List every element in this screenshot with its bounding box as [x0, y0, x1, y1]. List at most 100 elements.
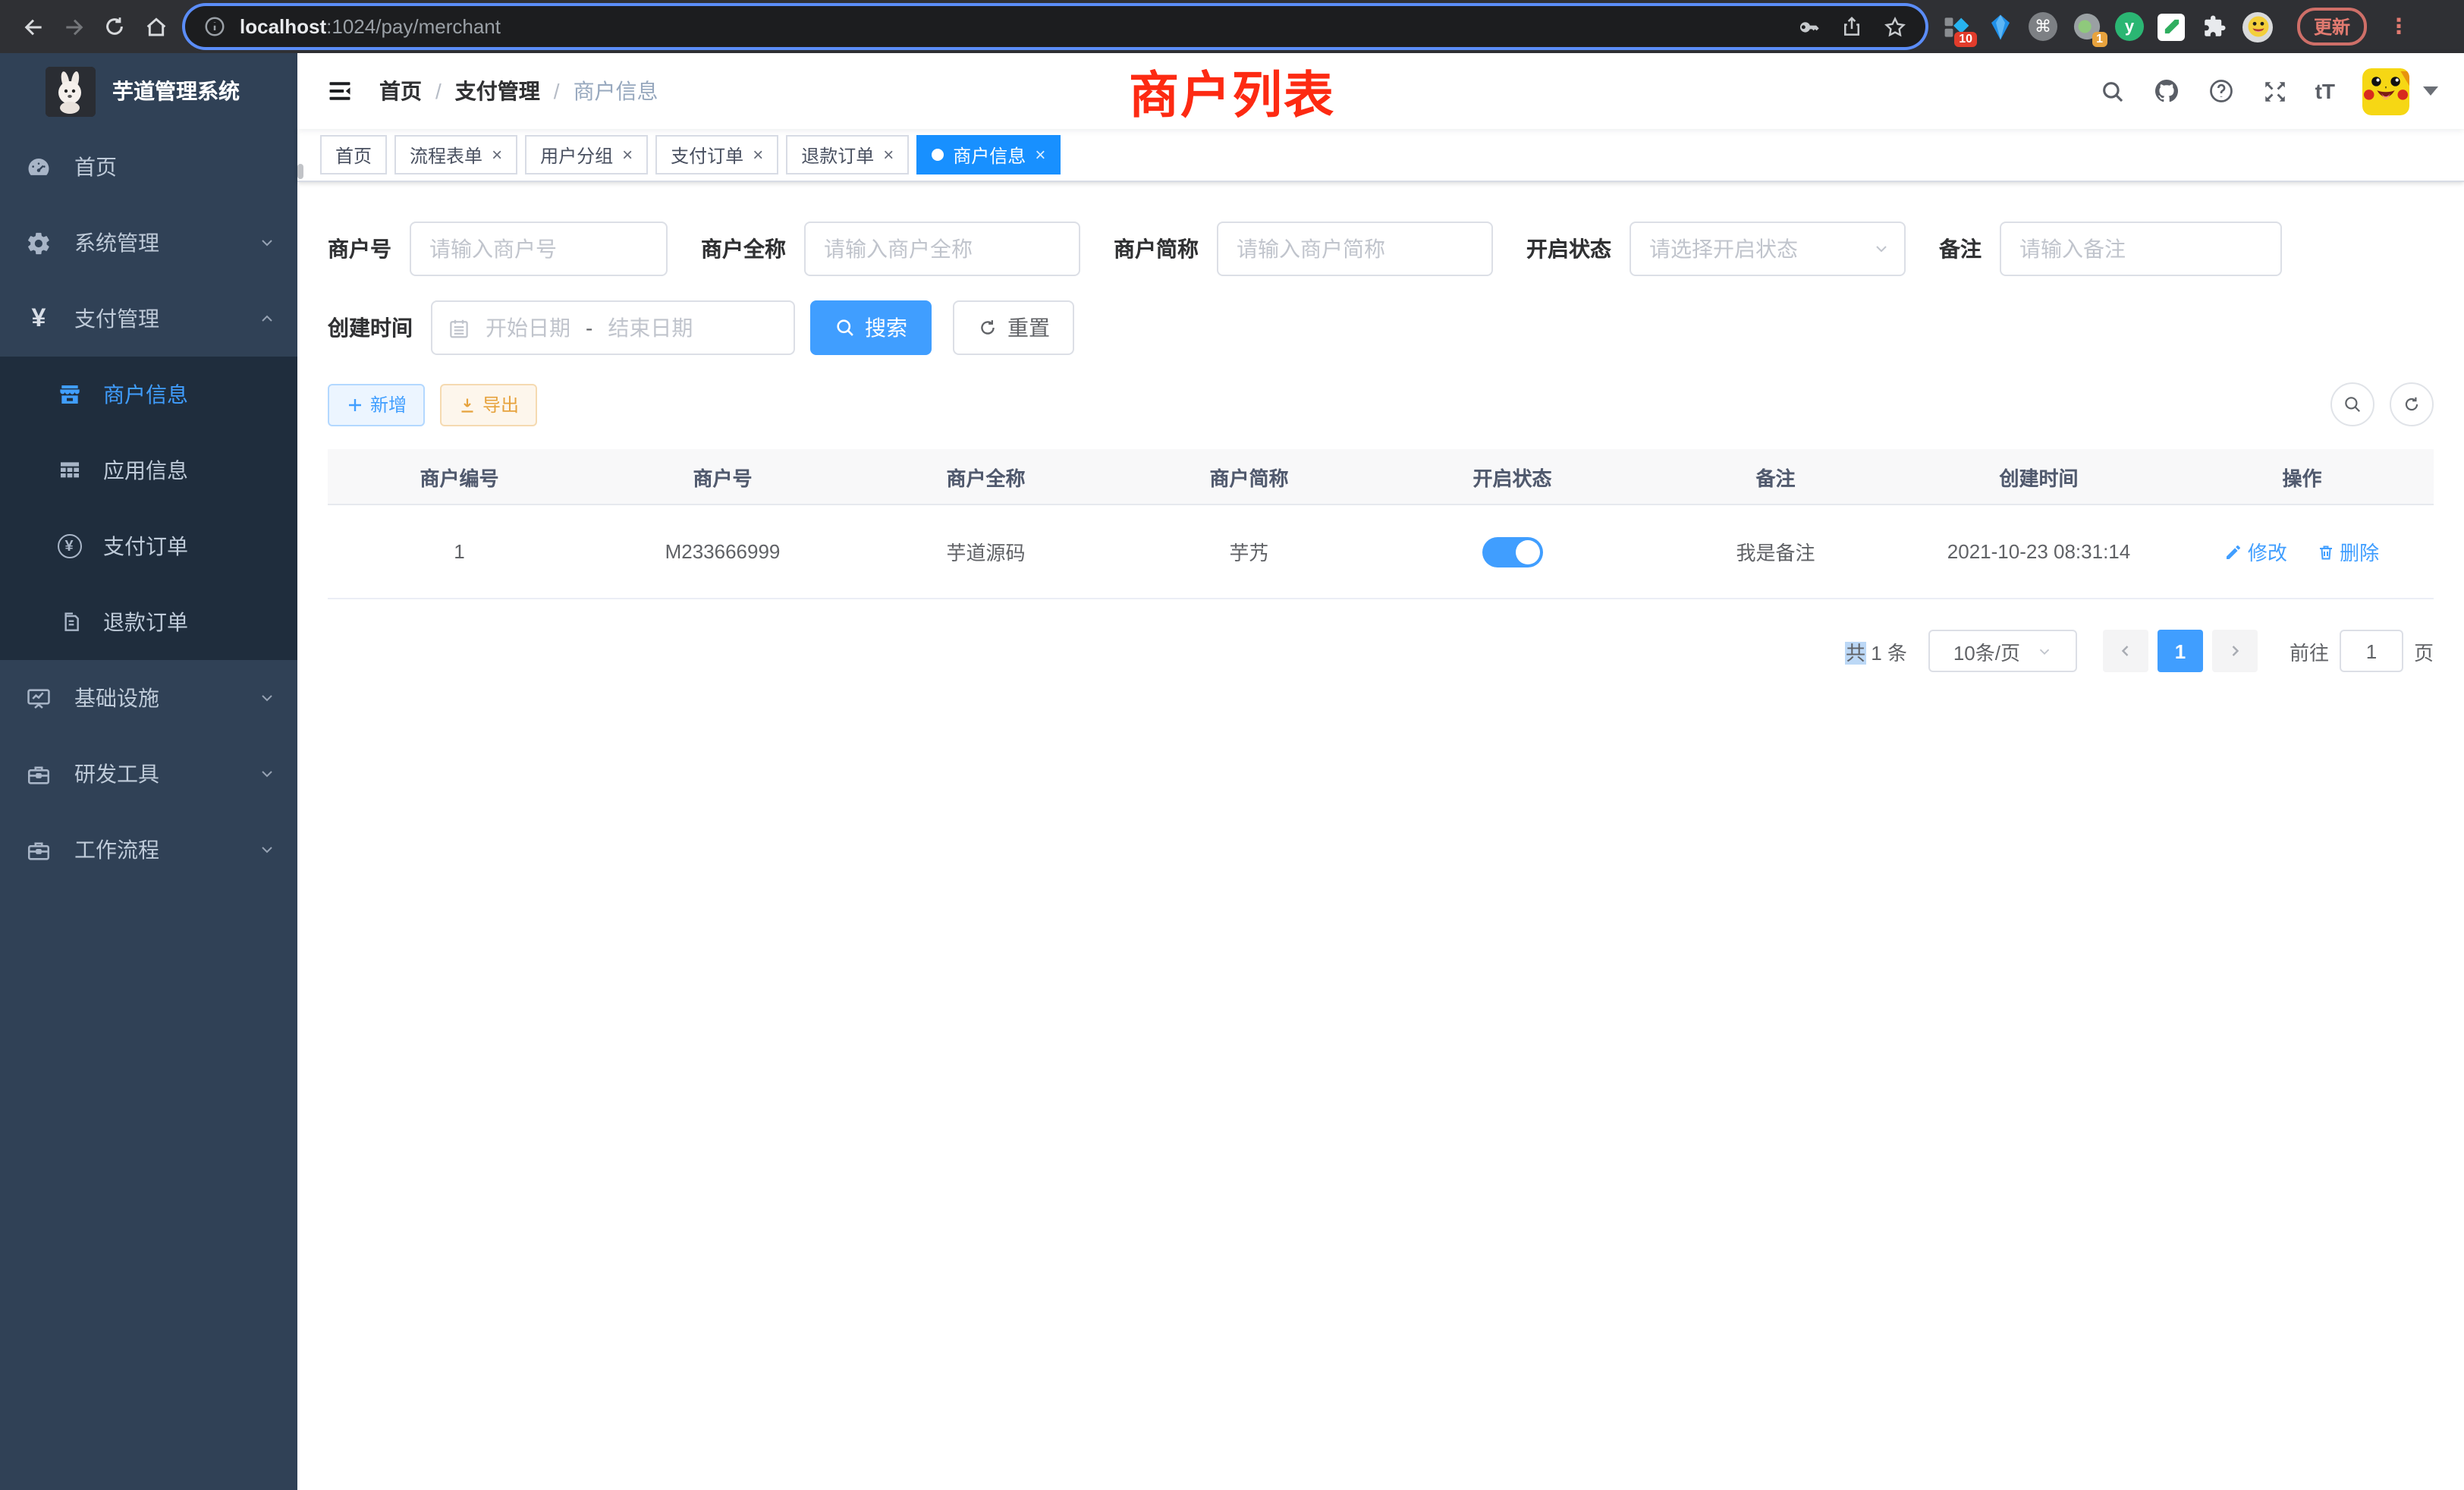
breadcrumb-current: 商户信息: [574, 76, 658, 106]
sidebar-item-workflow[interactable]: 工作流程: [0, 812, 297, 888]
sidebar-item-pay[interactable]: 支付管理: [0, 281, 297, 357]
tab-label: 用户分组: [540, 142, 613, 168]
table-header: 商户编号 商户号 商户全称 商户简称 开启状态 备注 创建时间 操作: [328, 449, 2434, 505]
cell-merchant-no: M233666999: [591, 505, 854, 599]
y-extension-icon[interactable]: [2115, 12, 2144, 41]
github-link-button[interactable]: [2139, 53, 2194, 129]
sidebar-item-label: 研发工具: [74, 759, 159, 789]
password-key-icon[interactable]: [1796, 14, 1821, 39]
profile-smiley-icon[interactable]: [2242, 11, 2273, 42]
edit-link[interactable]: 修改: [2225, 537, 2287, 566]
browser-home-button[interactable]: [135, 6, 176, 47]
sidebar-item-app-info[interactable]: 应用信息: [0, 432, 297, 508]
fullscreen-button[interactable]: [2249, 53, 2302, 129]
filter-merchant-short: 商户简称: [1114, 222, 1493, 276]
status-toggle[interactable]: [1482, 536, 1543, 567]
sidebar-item-infra[interactable]: 基础设施: [0, 660, 297, 736]
help-doc-button[interactable]: [2194, 53, 2249, 129]
sidebar-item-pay-order[interactable]: 支付订单: [0, 508, 297, 584]
goto-label: 前往: [2290, 637, 2329, 665]
show-search-toggle-button[interactable]: [2330, 382, 2374, 426]
filter-remark: 备注: [1939, 222, 2282, 276]
page-size-select[interactable]: 10条/页: [1928, 630, 2077, 672]
sidebar-item-merchant-info[interactable]: 商户信息: [0, 357, 297, 432]
tab-manager-extension-icon[interactable]: 10: [1941, 11, 1971, 42]
sidebar-item-home[interactable]: 首页: [0, 129, 297, 205]
app-title: 芋道管理系统: [112, 76, 240, 106]
chevron-left-icon: [2117, 642, 2135, 660]
cell-create-time: 2021-10-23 08:31:14: [1907, 505, 2170, 599]
gem-extension-icon[interactable]: [1985, 11, 2015, 42]
merchant-short-input[interactable]: [1217, 222, 1493, 276]
sidebar-item-system[interactable]: 系统管理: [0, 205, 297, 281]
tab-merchant-info[interactable]: 商户信息: [916, 135, 1061, 174]
create-time-range-picker[interactable]: 开始日期 - 结束日期: [431, 300, 795, 355]
merchant-name-input[interactable]: [804, 222, 1080, 276]
browser-reload-button[interactable]: [94, 6, 135, 47]
export-button[interactable]: 导出: [440, 383, 537, 426]
address-bar[interactable]: localhost:1024/pay/merchant: [185, 6, 1925, 47]
remark-input[interactable]: [2000, 222, 2282, 276]
refresh-table-button[interactable]: [2390, 382, 2434, 426]
tab-user-group[interactable]: 用户分组: [525, 135, 648, 174]
font-size-button[interactable]: [2302, 53, 2349, 129]
hamburger-toggle-button[interactable]: [311, 77, 369, 105]
edit-link-label: 修改: [2248, 537, 2287, 566]
avatar-caret-down-icon[interactable]: [2423, 86, 2438, 96]
command-extension-icon[interactable]: [2029, 12, 2057, 41]
home-icon: [143, 14, 168, 39]
close-icon[interactable]: [1035, 146, 1045, 164]
close-icon[interactable]: [753, 146, 763, 164]
close-icon[interactable]: [622, 146, 633, 164]
sidebar-item-devtools[interactable]: 研发工具: [0, 736, 297, 812]
site-info-icon[interactable]: [203, 15, 226, 38]
page-number-1[interactable]: 1: [2158, 630, 2203, 672]
filter-merchant-no: 商户号: [328, 222, 668, 276]
add-button[interactable]: 新增: [328, 383, 425, 426]
tab-home[interactable]: 首页: [320, 135, 387, 174]
merchant-no-input[interactable]: [410, 222, 668, 276]
tab-label: 商户信息: [953, 142, 1026, 168]
close-icon[interactable]: [492, 146, 502, 164]
close-icon[interactable]: [883, 146, 894, 164]
goto-page-input[interactable]: [2340, 630, 2403, 672]
chevron-down-icon: [258, 765, 276, 783]
notes-extension-icon[interactable]: [2158, 13, 2185, 40]
delete-link[interactable]: 删除: [2317, 537, 2379, 566]
tab-pay-order[interactable]: 支付订单: [655, 135, 778, 174]
header-search-button[interactable]: [2086, 53, 2139, 129]
total-suffix: 1 条: [1871, 641, 1907, 664]
next-page-button[interactable]: [2212, 630, 2258, 672]
share-icon[interactable]: [1840, 15, 1863, 38]
tags-view: 首页 流程表单 用户分组 支付订单 退款订单 商户信息: [297, 129, 2464, 182]
extensions-puzzle-icon[interactable]: [2198, 11, 2229, 42]
breadcrumb-pay[interactable]: 支付管理: [455, 76, 540, 106]
browser-back-button[interactable]: [12, 6, 53, 47]
sidebar-scrollbar-thumb[interactable]: [297, 164, 303, 179]
merchant-table: 商户编号 商户号 商户全称 商户简称 开启状态 备注 创建时间 操作 1: [328, 449, 2434, 599]
browser-forward-button[interactable]: [53, 6, 94, 47]
trash-icon: [2317, 542, 2335, 561]
sidebar-logo[interactable]: 芋道管理系统: [0, 53, 297, 129]
status-select[interactable]: 请选择开启状态: [1630, 222, 1906, 276]
browser-update-button[interactable]: 更新: [2297, 8, 2367, 46]
sidebar-item-refund-order[interactable]: 退款订单: [0, 584, 297, 660]
gear-icon: [26, 230, 52, 256]
search-button[interactable]: 搜索: [810, 300, 932, 355]
chevron-down-icon: [1872, 240, 1890, 258]
tab-label: 流程表单: [410, 142, 482, 168]
bookmark-star-icon[interactable]: [1883, 14, 1907, 39]
recorder-extension-icon[interactable]: 1: [2071, 11, 2101, 42]
tab-refund-order[interactable]: 退款订单: [786, 135, 909, 174]
prev-page-button[interactable]: [2103, 630, 2148, 672]
user-avatar[interactable]: [2362, 68, 2409, 115]
reset-button[interactable]: 重置: [953, 300, 1074, 355]
download-icon: [458, 395, 476, 413]
dashboard-icon: [26, 154, 52, 180]
browser-menu-button[interactable]: [2388, 14, 2406, 39]
calendar-icon: [448, 316, 470, 339]
column-header: 商户号: [591, 449, 854, 505]
breadcrumb-home[interactable]: 首页: [379, 76, 422, 106]
tab-process-form[interactable]: 流程表单: [394, 135, 517, 174]
filter-merchant-name: 商户全称: [701, 222, 1080, 276]
